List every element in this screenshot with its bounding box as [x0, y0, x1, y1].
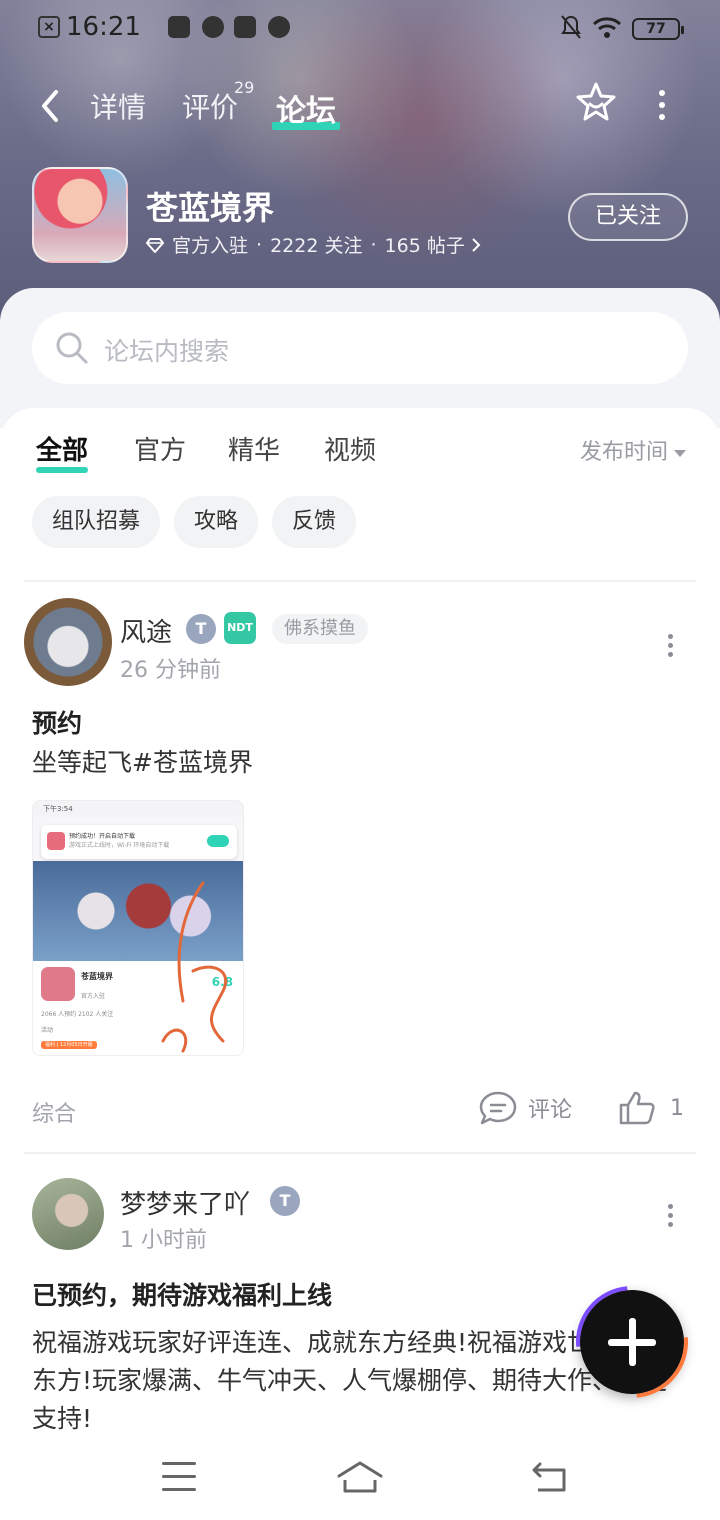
tab-videos[interactable]: 视频 [324, 430, 376, 467]
back-icon[interactable] [36, 88, 66, 124]
post-username[interactable]: 风途 [120, 612, 172, 649]
scribble-annotation [161, 881, 228, 1053]
app-meta[interactable]: 官方入驻 · 2222 关注 · 165 帖子 [146, 231, 483, 258]
sort-dropdown[interactable]: 发布时间 [580, 434, 687, 466]
status-time: 16:21 [66, 12, 141, 42]
wifi-icon [592, 17, 622, 38]
app-icon[interactable] [32, 167, 128, 263]
more-options-icon[interactable] [650, 90, 674, 120]
screenshot-app-name: 苍蓝境界 [81, 972, 113, 981]
status-bar: × 16:21 77 [0, 0, 720, 56]
tab-forum[interactable]: 论坛 [272, 86, 340, 130]
search-placeholder: 论坛内搜索 [104, 337, 230, 366]
post-body[interactable]: 坐等起飞#苍蓝境界 [32, 744, 692, 782]
top-nav: 详情 评价 29 论坛 [0, 70, 720, 140]
bell-muted-icon [561, 15, 581, 39]
filter-tabs: 全部 官方 精华 视频 发布时间 [0, 430, 720, 480]
ndt-badge: NDT [224, 612, 256, 644]
image-notification-icon [234, 16, 256, 38]
post-image[interactable]: 下午3:54 预约成功！开启自动下载 游戏正式上线时，Wi-Fi 环境自动下载 … [32, 800, 244, 1056]
avatar[interactable] [24, 598, 112, 686]
followers-count: 2222 关注 [270, 235, 363, 257]
cloud-icon [202, 16, 224, 38]
comment-label: 评论 [528, 1098, 573, 1123]
post-category[interactable]: 综合 [32, 1096, 76, 1128]
post-time: 26 分钟前 [120, 658, 221, 683]
caret-down-icon [674, 449, 687, 457]
post-title[interactable]: 预约 [32, 704, 82, 740]
chip-guides[interactable]: 攻略 [174, 496, 259, 548]
app-notification-icon [168, 16, 190, 38]
topic-chips: 组队招募 攻略 反馈 [32, 496, 370, 548]
tab-details[interactable]: 详情 [90, 86, 146, 126]
post-more-icon[interactable] [664, 1204, 676, 1228]
notification-icon: × [38, 16, 60, 38]
screenshot-app-icon [41, 967, 75, 1001]
post-username[interactable]: 梦梦来了吖 [120, 1184, 250, 1221]
star-icon[interactable] [574, 80, 618, 124]
battery-icon: 77 [632, 18, 684, 40]
avatar[interactable] [32, 1178, 104, 1250]
screenshot-banner-text: 福利 | 12月05日开服 [41, 1041, 97, 1049]
chevron-right-icon [472, 237, 481, 252]
chip-team-recruit[interactable]: 组队招募 [32, 496, 161, 548]
search-input[interactable]: 论坛内搜索 [32, 312, 688, 384]
comment-icon [479, 1091, 517, 1125]
level-badge-icon: T [270, 1186, 300, 1216]
like-count: 1 [670, 1095, 684, 1121]
screenshot-official: 官方入驻 [81, 993, 106, 1000]
post-card[interactable]: 风途 T NDT 佛系摸鱼 26 分钟前 预约 坐等起飞#苍蓝境界 下午3:54… [0, 598, 720, 1138]
diamond-icon [146, 237, 164, 253]
search-panel: 论坛内搜索 [0, 288, 720, 428]
screenshot-toast: 预约成功！开启自动下载 游戏正式上线时，Wi-Fi 环境自动下载 [41, 825, 237, 859]
toggle-icon [207, 835, 229, 847]
tab-featured[interactable]: 精华 [228, 430, 280, 467]
post-more-icon[interactable] [664, 634, 676, 658]
post-time: 1 小时前 [120, 1228, 207, 1253]
tab-reviews[interactable]: 评价 [182, 86, 238, 126]
official-label: 官方入驻 [172, 235, 249, 257]
thumbs-up-icon [619, 1091, 655, 1125]
search-icon [56, 332, 88, 364]
menu-icon[interactable] [162, 1462, 198, 1492]
user-tag: 佛系摸鱼 [272, 614, 368, 644]
system-nav-bar [0, 1440, 720, 1520]
chip-feedback[interactable]: 反馈 [272, 496, 357, 548]
screenshot-app-icon [47, 832, 65, 850]
screenshot-stats: 2066 人预约 2102 人关注 [41, 1011, 114, 1018]
create-post-button[interactable] [580, 1290, 684, 1394]
separator-dot: · [256, 233, 263, 256]
tab-all[interactable]: 全部 [36, 430, 89, 473]
back-nav-icon[interactable] [530, 1460, 570, 1496]
tab-official[interactable]: 官方 [134, 430, 186, 467]
posts-count: 165 帖子 [384, 235, 465, 257]
app-name: 苍蓝境界 [146, 189, 275, 227]
divider [24, 1152, 696, 1154]
compass-icon [268, 16, 290, 38]
app-info: 苍蓝境界 官方入驻 · 2222 关注 · 165 帖子 已关注 [0, 165, 720, 275]
plus-icon [608, 1339, 656, 1346]
comment-button[interactable]: 评论 [478, 1088, 572, 1128]
separator-dot: · [370, 233, 377, 256]
level-badge-icon: T [186, 614, 216, 644]
follow-button[interactable]: 已关注 [568, 193, 688, 241]
screenshot-activity: 活动 [41, 1027, 54, 1034]
home-icon[interactable] [336, 1458, 384, 1498]
post-title[interactable]: 已预约，期待游戏福利上线 [32, 1276, 332, 1312]
reviews-count-badge: 29 [234, 78, 255, 97]
screenshot-status-time: 下午3:54 [33, 801, 243, 817]
sort-label: 发布时间 [580, 440, 669, 465]
divider [24, 580, 696, 582]
like-button[interactable]: 1 [618, 1088, 684, 1128]
